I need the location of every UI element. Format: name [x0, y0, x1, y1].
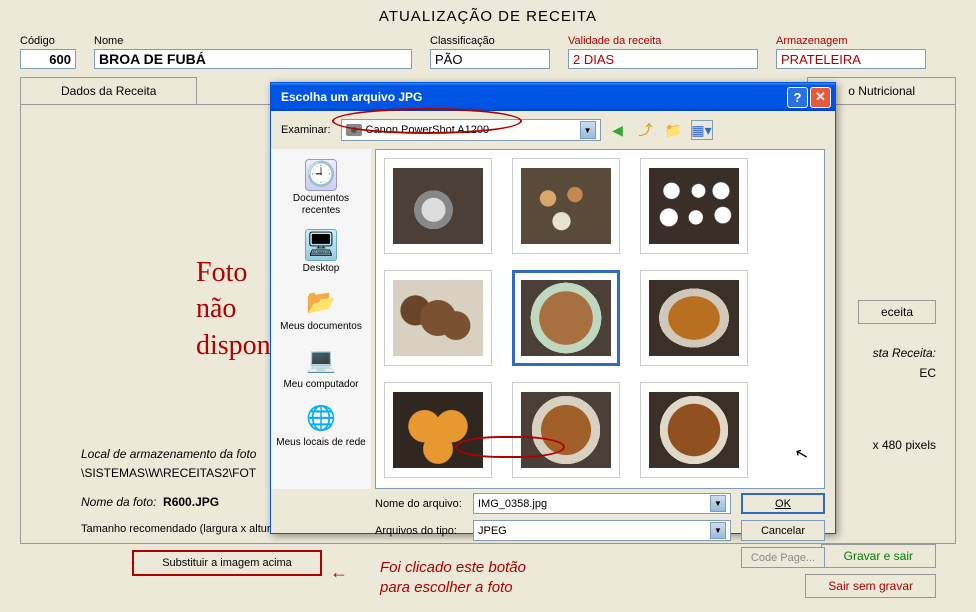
file-thumbnail[interactable]: [512, 382, 620, 478]
storage-location-label: Local de armazenamento da foto: [81, 447, 256, 461]
new-folder-icon[interactable]: 📁: [663, 119, 685, 141]
file-open-dialog: Escolha um arquivo JPG ? ✕ Examinar: Can…: [270, 82, 836, 534]
place-label: Desktop: [303, 263, 340, 275]
filename-label: Nome do arquivo:: [375, 498, 463, 510]
storage-path: \SISTEMAS\W\RECEITAS2\FOT: [81, 464, 277, 483]
my-documents-icon: 📂: [305, 287, 337, 319]
chevron-down-icon[interactable]: ▼: [710, 522, 726, 539]
tamanho-recomendado: Tamanho recomendado (largura x altura: [81, 521, 277, 539]
ok-button[interactable]: OK: [741, 493, 825, 514]
header-fields: Código Nome Classificação Validade da re…: [20, 35, 956, 69]
file-thumbnail-selected[interactable]: [512, 270, 620, 366]
filetype-label: Arquivos do tipo:: [375, 525, 463, 537]
file-thumbnail[interactable]: [384, 270, 492, 366]
chevron-down-icon[interactable]: ▼: [710, 495, 726, 512]
examinar-dropdown[interactable]: Canon PowerShot A1200 ▼: [341, 119, 601, 141]
back-icon[interactable]: ◀: [607, 119, 629, 141]
dialog-title: Escolha um arquivo JPG: [281, 90, 422, 104]
places-bar: 🕘 Documentos recentes 🖥 Desktop 📂 Meus d…: [271, 149, 371, 489]
code-page-button: Code Page...: [741, 547, 825, 568]
file-thumbnail[interactable]: [640, 270, 748, 366]
eceita-button[interactable]: eceita: [858, 300, 936, 324]
validade-label: Validade da receita: [568, 35, 758, 47]
place-label: Meus locais de rede: [276, 437, 366, 449]
place-meu-computador[interactable]: 💻 Meu computador: [271, 339, 371, 397]
recent-docs-icon: 🕘: [305, 159, 337, 191]
place-meus-locais-rede[interactable]: 🌐 Meus locais de rede: [271, 397, 371, 455]
views-icon[interactable]: ▦▾: [691, 120, 713, 140]
file-thumbnail[interactable]: [512, 158, 620, 254]
network-icon: 🌐: [305, 403, 337, 435]
nome-input[interactable]: [94, 49, 412, 69]
chevron-down-icon[interactable]: ▼: [580, 121, 596, 139]
place-label: Meu computador: [283, 379, 358, 391]
storage-info: Local de armazenamento da foto \SISTEMAS…: [81, 445, 277, 538]
armazenagem-label: Armazenagem: [776, 35, 926, 47]
close-icon[interactable]: ✕: [810, 87, 831, 108]
foto-nome-label: Nome da foto:: [81, 495, 156, 509]
codigo-input[interactable]: [20, 49, 76, 69]
filename-value: IMG_0358.jpg: [478, 498, 547, 510]
tab-dados-receita[interactable]: Dados da Receita: [20, 77, 197, 104]
camera-icon: [346, 124, 362, 136]
help-icon[interactable]: ?: [787, 87, 808, 108]
dialog-titlebar[interactable]: Escolha um arquivo JPG ? ✕: [271, 83, 835, 111]
gravar-sair-button[interactable]: Gravar e sair: [821, 544, 936, 568]
examinar-label: Examinar:: [281, 124, 331, 136]
ec-value: EC: [919, 366, 936, 380]
page-title: ATUALIZAÇÃO DE RECEITA: [20, 8, 956, 25]
armazenagem-input[interactable]: [776, 49, 926, 69]
place-desktop[interactable]: 🖥 Desktop: [271, 223, 371, 281]
classificacao-label: Classificação: [430, 35, 550, 47]
place-documentos-recentes[interactable]: 🕘 Documentos recentes: [271, 153, 371, 223]
place-label: Documentos recentes: [275, 193, 367, 217]
file-thumbnail[interactable]: [640, 158, 748, 254]
classificacao-input[interactable]: [430, 49, 550, 69]
sta-receita-label: sta Receita:: [873, 346, 936, 360]
file-list-area[interactable]: [375, 149, 825, 489]
foto-nome-value: R600.JPG: [163, 495, 219, 509]
file-thumbnail[interactable]: [384, 158, 492, 254]
filename-combo[interactable]: IMG_0358.jpg ▼: [473, 493, 731, 514]
computer-icon: 💻: [305, 345, 337, 377]
up-folder-icon[interactable]: ⤴: [635, 119, 657, 141]
filetype-value: JPEG: [478, 525, 507, 537]
codigo-label: Código: [20, 35, 76, 47]
desktop-icon: 🖥: [305, 229, 337, 261]
file-thumbnail[interactable]: [384, 382, 492, 478]
nome-label: Nome: [94, 35, 412, 47]
filetype-combo[interactable]: JPEG ▼: [473, 520, 731, 541]
place-label: Meus documentos: [280, 321, 362, 333]
cancel-button[interactable]: Cancelar: [741, 520, 825, 541]
place-meus-documentos[interactable]: 📂 Meus documentos: [271, 281, 371, 339]
examinar-value: Canon PowerShot A1200: [366, 124, 490, 136]
pixels-value: x 480 pixels: [873, 438, 936, 452]
validade-input[interactable]: [568, 49, 758, 69]
file-thumbnail[interactable]: [640, 382, 748, 478]
dialog-toolbar: Examinar: Canon PowerShot A1200 ▼ ◀ ⤴ 📁 …: [271, 111, 835, 149]
